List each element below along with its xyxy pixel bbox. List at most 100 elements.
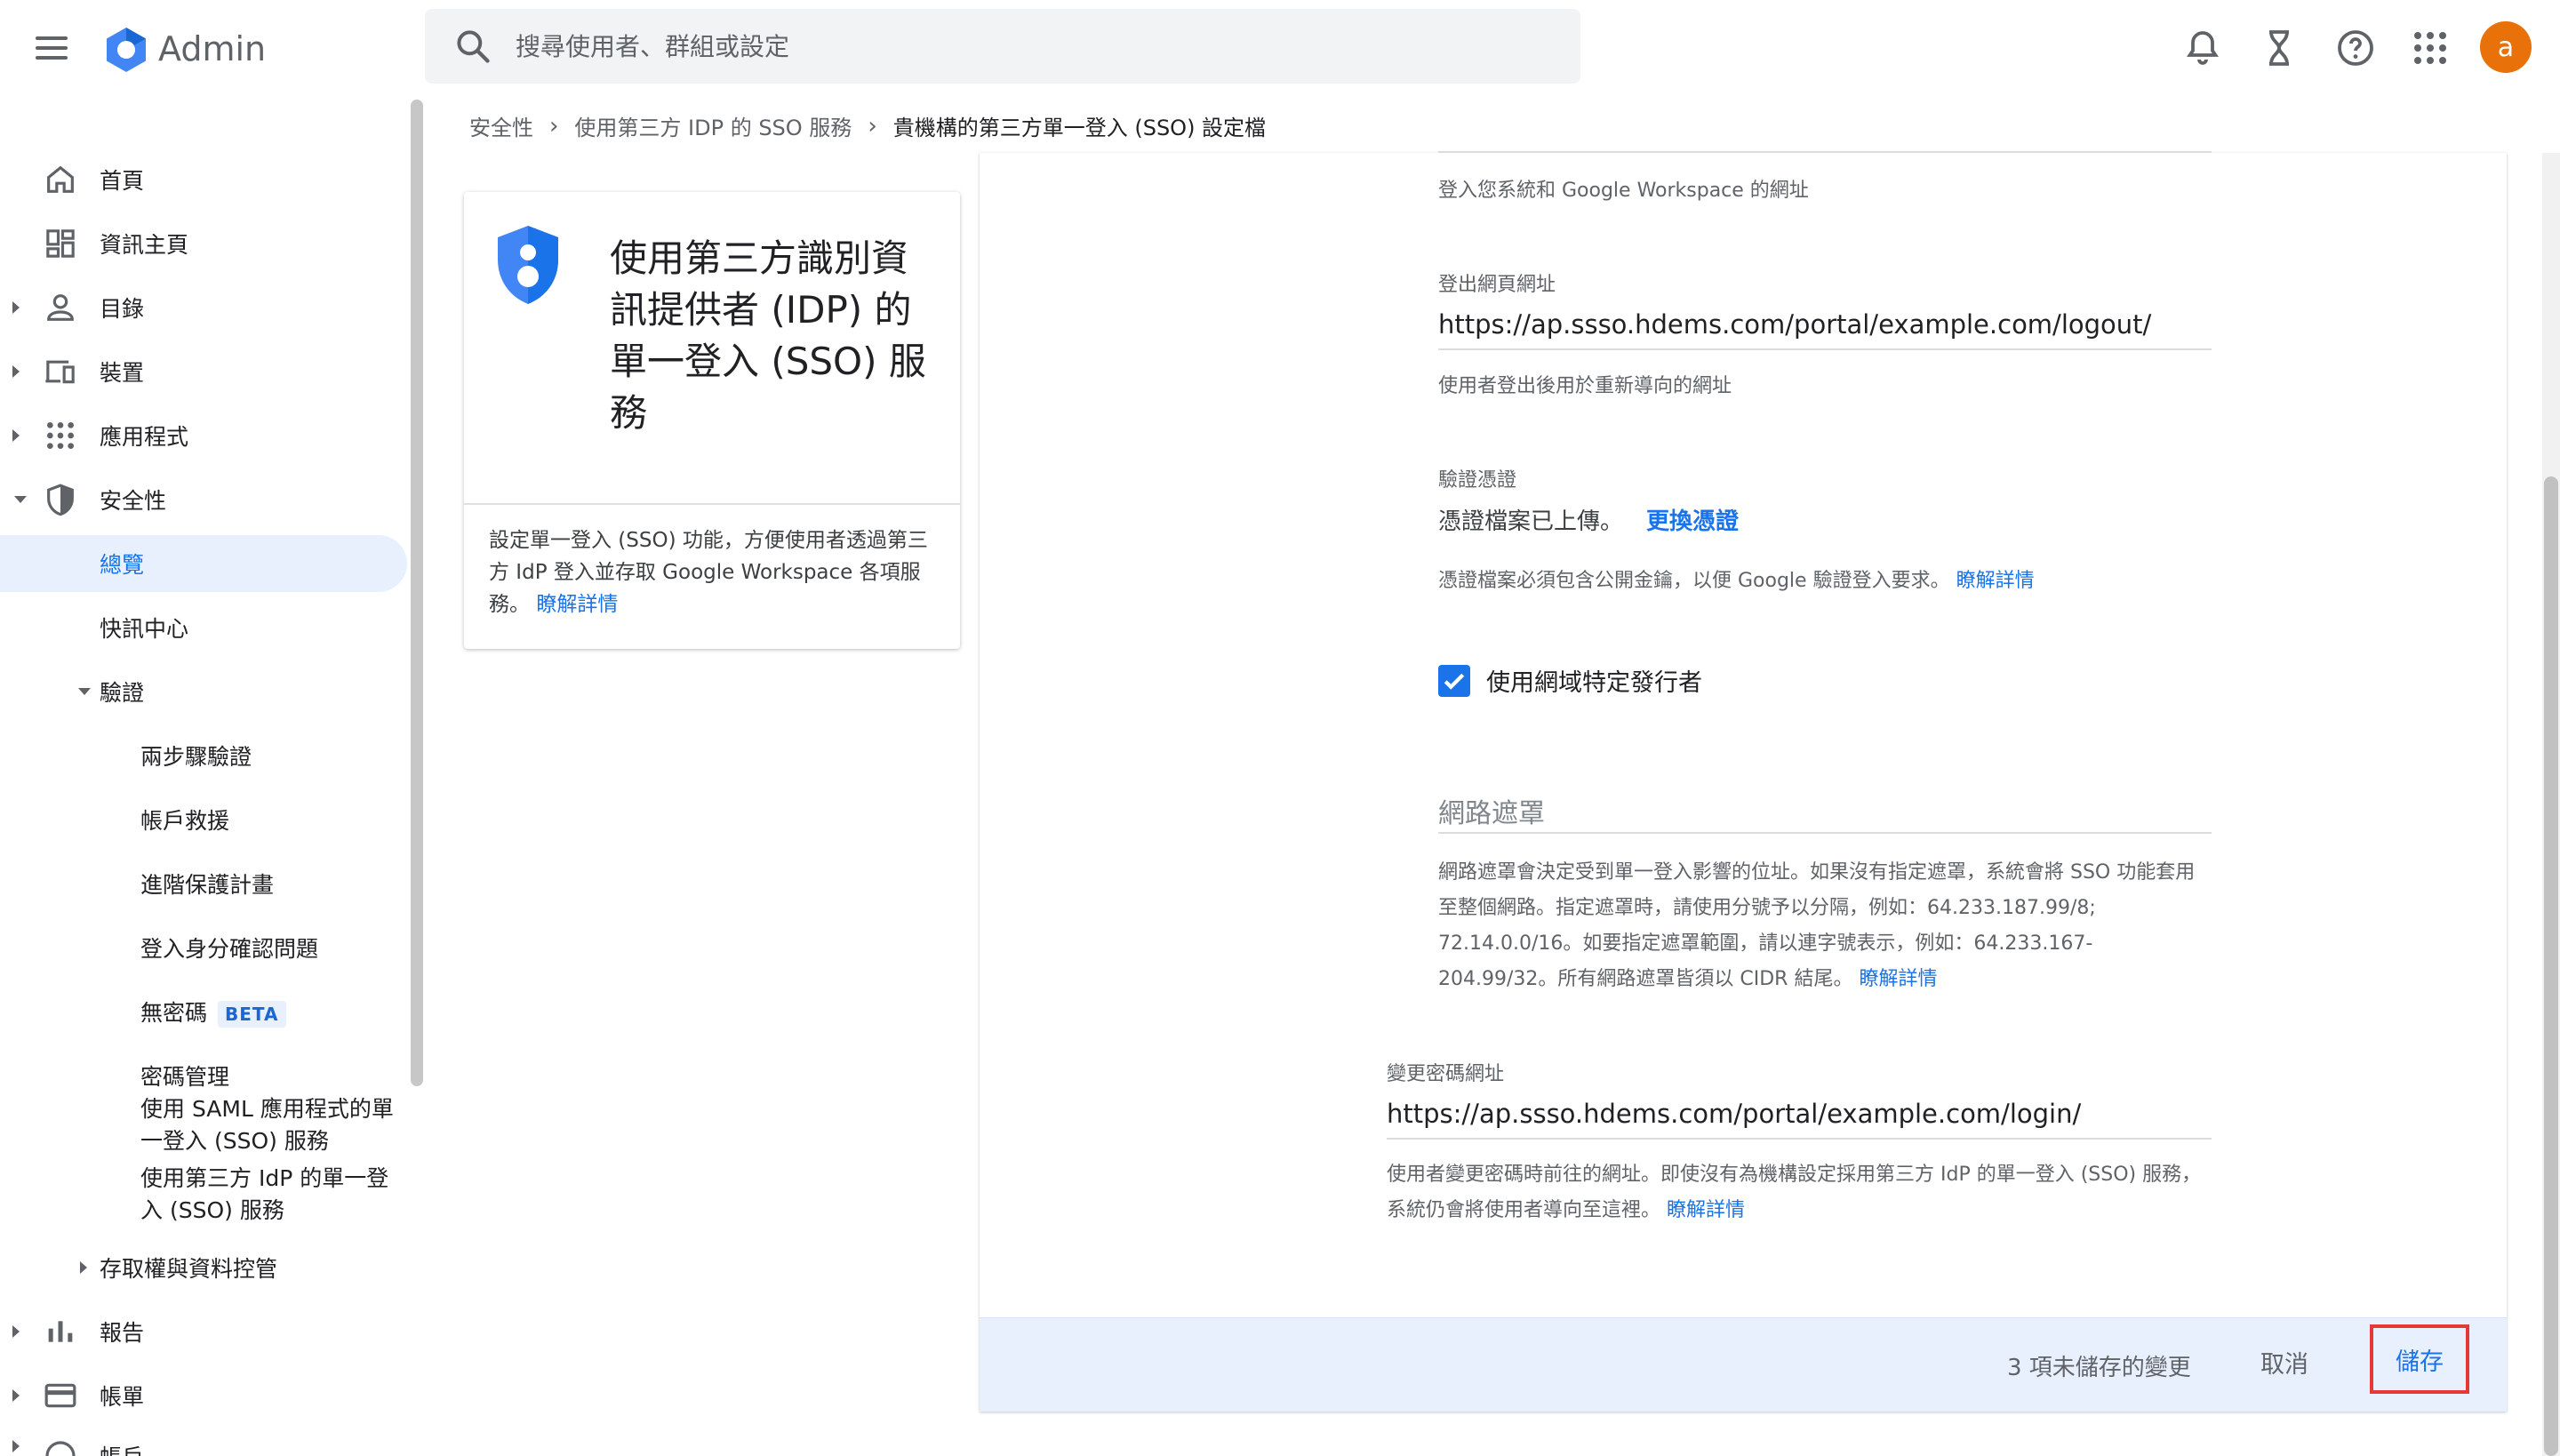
expand-caret-icon[interactable] (12, 365, 20, 378)
main-menu-button[interactable] (36, 28, 78, 68)
learn-more-link[interactable]: 瞭解詳情 (536, 593, 618, 616)
certificate-label: 驗證憑證 (1438, 469, 1517, 492)
sidebar-item-authentication[interactable]: 驗證 (0, 663, 409, 720)
unsaved-changes-count: 3 項未儲存的變更 (2007, 1355, 2191, 1381)
credit-card-icon (44, 1383, 76, 1408)
sidebar-item-label: 驗證 (100, 680, 145, 706)
sidebar-item-label: 資訊主頁 (100, 232, 189, 258)
change-password-url-label: 變更密碼網址 (1387, 1063, 1505, 1085)
devices-icon (45, 360, 75, 384)
sidebar-item-access-data-control[interactable]: 存取權與資料控管 (0, 1239, 409, 1296)
field-underline (1438, 151, 2212, 153)
sidebar-scrollbar[interactable] (411, 100, 423, 1086)
info-card-title: 使用第三方識別資訊提供者 (IDP) 的單一登入 (SSO) 服務 (610, 236, 926, 435)
breadcrumb-third-party-sso[interactable]: 使用第三方 IDP 的 SSO 服務 (574, 110, 852, 141)
info-card-description: 設定單一登入 (SSO) 功能，方便使用者透過第三方 IdP 登入並存取 Goo… (489, 524, 933, 620)
sidebar-item-login-challenge[interactable]: 登入身分確認問題 (0, 919, 409, 976)
change-password-url-field[interactable]: https://ap.ssso.hdems.com/portal/example… (1387, 1099, 2212, 1129)
apps-icon (47, 422, 74, 449)
expand-caret-icon[interactable] (12, 429, 20, 442)
learn-more-link[interactable]: 瞭解詳情 (1667, 1199, 1745, 1221)
learn-more-link[interactable]: 瞭解詳情 (1859, 968, 1937, 990)
netmask-hint: 網路遮罩會決定受到單一登入影響的位址。如果沒有指定遮罩，系統會將 SSO 功能套… (1438, 855, 2203, 997)
certificate-hint-text: 憑證檔案必須包含公開金鑰，以便 Google 驗證登入要求。 (1438, 570, 1950, 592)
sidebar-item-directory[interactable]: 目錄 (0, 279, 409, 336)
sidebar-item-label: 密碼管理 (140, 1064, 230, 1090)
logout-url-label: 登出網頁網址 (1438, 274, 1556, 296)
admin-logo-icon (107, 28, 146, 72)
hourglass-icon[interactable] (2258, 27, 2300, 69)
sidebar-item-saml-sso[interactable]: 使用 SAML 應用程式的單一登入 (SSO) 服務 (0, 1093, 409, 1164)
sidebar-item-apps[interactable]: 應用程式 (0, 407, 409, 464)
account-avatar[interactable]: a (2480, 21, 2532, 73)
bar-chart-icon (48, 1321, 73, 1342)
sidebar-item-passwordless[interactable]: 無密碼 BETA (0, 983, 409, 1040)
sidebar-item-security[interactable]: 安全性 (0, 471, 409, 528)
replace-certificate-button[interactable]: 更換憑證 (1646, 503, 1739, 536)
expand-caret-icon[interactable] (12, 1389, 20, 1402)
collapse-caret-icon[interactable] (14, 496, 27, 503)
expand-caret-icon[interactable] (80, 1261, 87, 1274)
sidebar-item-label: 裝置 (100, 360, 145, 386)
breadcrumb-security[interactable]: 安全性 (469, 110, 533, 141)
change-password-hint: 使用者變更密碼時前往的網址。即使沒有為機構設定採用第三方 IdP 的單一登入 (… (1387, 1157, 2213, 1228)
search-icon[interactable] (453, 27, 492, 66)
collapse-caret-icon[interactable] (78, 688, 91, 695)
sidebar-item-label: 報告 (100, 1320, 145, 1346)
domain-issuer-checkbox[interactable] (1438, 665, 1470, 697)
account-circle-icon (45, 1441, 76, 1456)
sidebar-item-overview[interactable]: 總覽 (0, 535, 407, 592)
shield-icon (47, 484, 74, 516)
sidebar-item-label: 首頁 (100, 168, 145, 194)
learn-more-link[interactable]: 瞭解詳情 (1956, 570, 2035, 592)
field-underline (1438, 832, 2212, 834)
sidebar-item-label: 帳單 (100, 1384, 145, 1410)
netmask-hint-text: 網路遮罩會決定受到單一登入影響的位址。如果沒有指定遮罩，系統會將 SSO 功能套… (1438, 861, 2196, 990)
netmask-title: 網路遮罩 (1438, 798, 1545, 829)
cancel-button[interactable]: 取消 (2240, 1333, 2329, 1390)
expand-caret-icon[interactable] (12, 301, 20, 314)
domain-issuer-label[interactable]: 使用網域特定發行者 (1486, 663, 1702, 698)
sidebar-item-reports[interactable]: 報告 (0, 1303, 409, 1360)
save-button[interactable]: 儲存 (2370, 1324, 2469, 1394)
sidebar-item-devices[interactable]: 裝置 (0, 343, 409, 400)
field-underline (1438, 348, 2212, 350)
person-icon (47, 294, 74, 321)
certificate-status: 憑證檔案已上傳。 (1438, 508, 1624, 535)
bell-icon[interactable] (2181, 27, 2224, 69)
sidebar-item-label: 無密碼 (140, 1000, 208, 1026)
logout-url-field[interactable]: https://ap.ssso.hdems.com/portal/example… (1438, 309, 2212, 340)
sidebar-item-dashboard[interactable]: 資訊主頁 (0, 215, 409, 272)
sidebar-item-2sv[interactable]: 兩步驟驗證 (0, 727, 409, 784)
main-scrollbar[interactable] (2544, 476, 2558, 1456)
divider (464, 503, 960, 505)
home-icon (47, 165, 74, 193)
sidebar-item-label: 存取權與資料控管 (100, 1256, 278, 1282)
chevron-right-icon: › (549, 112, 559, 140)
sidebar-item-home[interactable]: 首頁 (0, 151, 409, 208)
breadcrumb-current: 貴機構的第三方單一登入 (SSO) 設定檔 (892, 116, 1267, 140)
sidebar-item-third-party-sso[interactable]: 使用第三方 IdP 的單一登入 (SSO) 服務 (0, 1163, 409, 1234)
security-shield-icon (498, 226, 558, 304)
apps-grid-icon[interactable] (2409, 27, 2452, 69)
expand-caret-icon[interactable] (12, 1325, 20, 1338)
certificate-status-row: 憑證檔案已上傳。 更換憑證 (1438, 503, 1739, 536)
breadcrumb: 安全性 › 使用第三方 IDP 的 SSO 服務 › 貴機構的第三方單一登入 (… (469, 110, 1266, 141)
search-input[interactable] (516, 20, 1538, 73)
app-title: Admin (158, 29, 267, 68)
logout-url-hint: 使用者登出後用於重新導向的網址 (1438, 375, 1732, 397)
sidebar-item-label: 快訊中心 (100, 616, 189, 642)
help-icon[interactable] (2334, 27, 2377, 69)
sidebar-item-account[interactable]: 帳戶 (0, 1428, 409, 1456)
sidebar-item-billing[interactable]: 帳單 (0, 1367, 409, 1424)
sidebar-item-label: 帳戶 (100, 1440, 144, 1456)
chevron-right-icon: › (868, 112, 877, 140)
sidebar-item-account-recovery[interactable]: 帳戶救援 (0, 791, 409, 848)
sidebar-item-advanced-protection[interactable]: 進階保護計畫 (0, 855, 409, 912)
checkmark-icon (1444, 673, 1465, 690)
sidebar-item-alert-center[interactable]: 快訊中心 (0, 599, 409, 656)
sidebar-item-label: 使用 SAML 應用程式的單一登入 (SSO) 服務 (140, 1096, 394, 1154)
expand-caret-icon[interactable] (12, 1440, 20, 1452)
change-password-hint-text: 使用者變更密碼時前往的網址。即使沒有為機構設定採用第三方 IdP 的單一登入 (… (1387, 1164, 2202, 1221)
signin-url-hint: 登入您系統和 Google Workspace 的網址 (1438, 180, 1809, 202)
